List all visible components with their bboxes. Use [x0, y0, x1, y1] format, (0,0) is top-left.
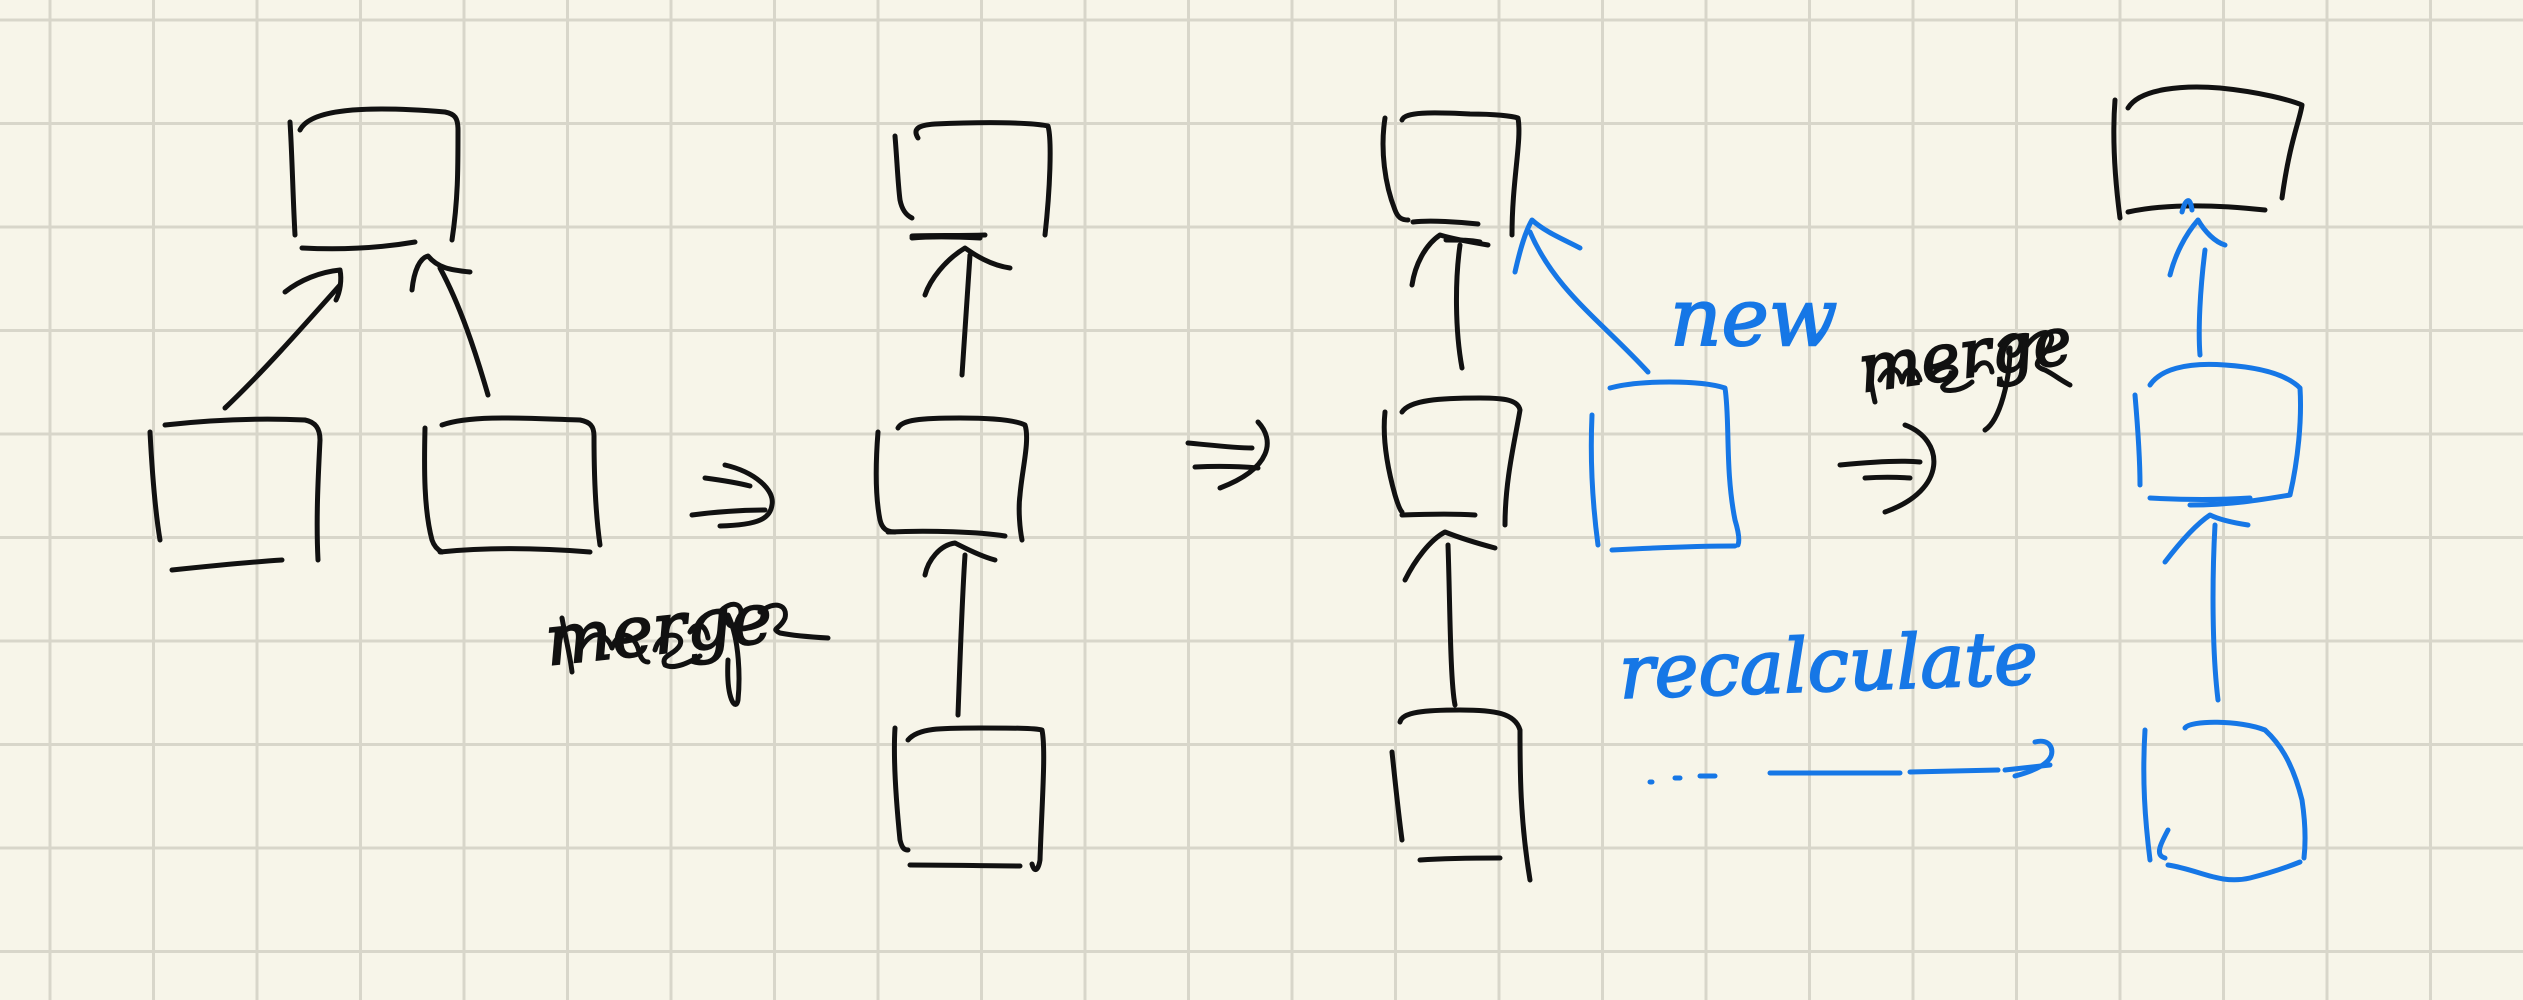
stage3-new-arrow: [1512, 217, 1651, 375]
stage-4-result: [2111, 84, 2308, 883]
stage3-upper-arrow: [1409, 232, 1491, 371]
stage2-lower-arrow: [922, 540, 998, 718]
stage3-lower-arrow: [1402, 529, 1498, 708]
label-recalculate: recalculate: [1618, 615, 2040, 716]
stage1-right-box: [422, 415, 603, 555]
stage2-mid-box: [873, 415, 1030, 543]
stage4-top-box: [2111, 84, 2305, 221]
stage3-new-box: [1588, 379, 1742, 553]
stage1-left-arrow: [222, 267, 344, 411]
label-new: new: [1670, 271, 1837, 364]
label-merge-2: merge: [1854, 302, 2077, 408]
grid-paper: [0, 0, 2523, 1000]
stage1-right-arrow: [409, 253, 491, 398]
stage3-recalculate-arrow: [1647, 738, 2055, 785]
stage-2-linear-chain: [873, 120, 1270, 872]
stage2-upper-arrow: [909, 234, 1013, 378]
stage1-implies-arrow: [689, 462, 775, 529]
stage2-top-box: [892, 120, 1053, 239]
stage3-implies-arrow: [1837, 422, 1937, 515]
stage2-implies-arrow: [1185, 419, 1270, 491]
whiteboard-canvas: merge new merge recalculate: [0, 0, 2523, 1000]
stage4-lower-arrow: [2162, 512, 2251, 703]
stage1-left-box: [147, 416, 323, 573]
stage3-bottom-box: [1389, 707, 1533, 883]
